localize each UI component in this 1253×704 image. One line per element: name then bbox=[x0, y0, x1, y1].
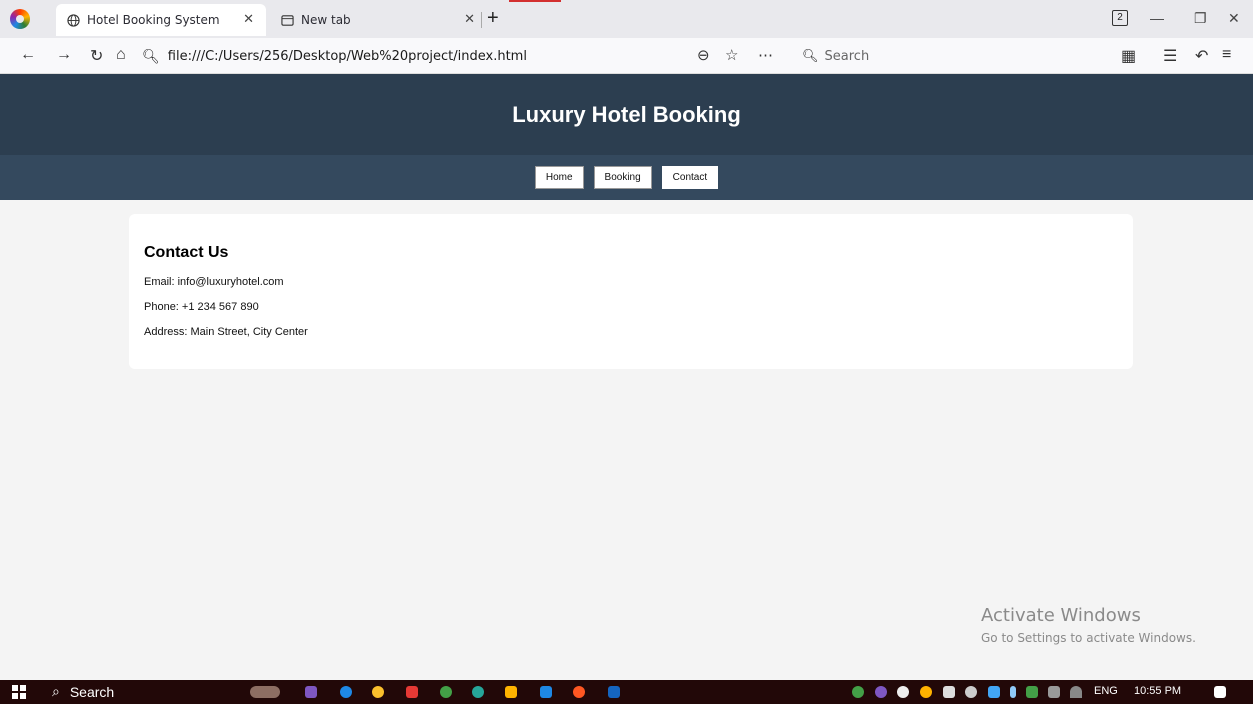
undo-icon[interactable]: ↶ bbox=[1195, 46, 1208, 66]
tab-new-tab[interactable]: New tab ✕ bbox=[272, 4, 487, 36]
loading-indicator bbox=[509, 0, 561, 2]
restore-window-icon[interactable]: ❐ bbox=[1194, 10, 1207, 27]
contact-address: Address: Main Street, City Center bbox=[144, 326, 308, 338]
wifi-icon[interactable] bbox=[1070, 686, 1082, 698]
search-icon: 🔍︎ bbox=[142, 47, 160, 64]
tab-divider bbox=[481, 12, 482, 28]
contact-heading: Contact Us bbox=[144, 244, 229, 261]
tray-app-icon[interactable] bbox=[875, 686, 887, 698]
globe-icon bbox=[66, 13, 80, 27]
watermark-subtitle: Go to Settings to activate Windows. bbox=[981, 631, 1196, 645]
tray-extension-icon[interactable] bbox=[920, 686, 932, 698]
microphone-icon[interactable] bbox=[1010, 686, 1016, 698]
activate-windows-watermark: Activate Windows Go to Settings to activ… bbox=[981, 605, 1196, 645]
chrome-icon[interactable] bbox=[372, 686, 384, 698]
taskbar-search[interactable]: ⌕ Search bbox=[52, 683, 114, 700]
new-tab-page-icon bbox=[280, 13, 294, 27]
windows-taskbar: ⌕ Search ENG 10:55 PM bbox=[0, 680, 1253, 704]
close-tab-icon[interactable]: ✕ bbox=[464, 12, 475, 27]
contact-email: Email: info@luxuryhotel.com bbox=[144, 276, 284, 288]
reload-icon[interactable]: ↻ bbox=[90, 46, 103, 66]
search-icon: 🔍︎ bbox=[802, 48, 819, 64]
search-icon: ⌕ bbox=[52, 683, 60, 699]
site-header: Luxury Hotel Booking bbox=[0, 74, 1253, 155]
site-title: Luxury Hotel Booking bbox=[512, 101, 741, 127]
youtube-icon[interactable] bbox=[406, 686, 418, 698]
browser-logo-icon[interactable] bbox=[10, 9, 30, 29]
vscode-icon[interactable] bbox=[540, 686, 552, 698]
nav-booking-button[interactable]: Booking bbox=[593, 166, 652, 189]
browser-search-input[interactable]: 🔍︎ Search bbox=[792, 42, 1112, 70]
forward-arrow-icon[interactable]: → bbox=[56, 46, 72, 64]
watermark-title: Activate Windows bbox=[981, 605, 1141, 626]
clock[interactable]: 10:55 PM bbox=[1134, 685, 1181, 697]
tab-hotel-booking[interactable]: Hotel Booking System ✕ bbox=[56, 4, 266, 36]
file-explorer-icon[interactable] bbox=[505, 686, 517, 698]
more-options-icon[interactable]: ⋯ bbox=[758, 46, 773, 64]
close-tab-icon[interactable]: ✕ bbox=[243, 12, 254, 27]
defender-icon[interactable] bbox=[1026, 686, 1038, 698]
zoom-icon[interactable]: ⊖ bbox=[697, 46, 710, 64]
search-placeholder: Search bbox=[824, 48, 870, 64]
battery-icon[interactable] bbox=[943, 686, 955, 698]
site-nav: Home Booking Contact bbox=[0, 155, 1253, 200]
home-icon[interactable]: ⌂ bbox=[116, 46, 126, 64]
nav-home-button[interactable]: Home bbox=[534, 166, 584, 189]
reading-list-icon[interactable]: ☰ bbox=[1163, 46, 1177, 66]
nav-contact-button[interactable]: Contact bbox=[661, 166, 719, 189]
language-indicator[interactable]: ENG bbox=[1094, 685, 1118, 697]
tray-whatsapp-icon[interactable] bbox=[852, 686, 864, 698]
minimize-icon[interactable]: — bbox=[1150, 10, 1164, 26]
bookmark-star-icon[interactable]: ☆ bbox=[725, 46, 738, 64]
tab-count-badge[interactable]: 2 bbox=[1112, 10, 1128, 26]
browser-toolbar: ← → ↻ ⌂ 🔍︎ file:///C:/Users/256/Desktop/… bbox=[0, 38, 1253, 74]
notification-icon[interactable] bbox=[1214, 686, 1226, 698]
browser-taskbar-icon[interactable] bbox=[573, 686, 585, 698]
edge-icon[interactable] bbox=[340, 686, 352, 698]
close-window-icon[interactable]: ✕ bbox=[1228, 10, 1240, 27]
tab-title: New tab bbox=[301, 13, 351, 27]
new-tab-plus-icon[interactable]: + bbox=[487, 7, 499, 30]
tab-title: Hotel Booking System bbox=[87, 13, 220, 27]
menu-icon[interactable]: ≡ bbox=[1222, 46, 1231, 64]
word-icon[interactable] bbox=[608, 686, 620, 698]
whatsapp-icon[interactable] bbox=[440, 686, 452, 698]
volume-icon[interactable] bbox=[965, 686, 977, 698]
back-arrow-icon[interactable]: ← bbox=[20, 46, 36, 64]
grid-apps-icon[interactable]: ▦ bbox=[1121, 46, 1136, 66]
copilot-icon[interactable] bbox=[305, 686, 317, 698]
windows-start-icon[interactable] bbox=[12, 685, 26, 699]
address-bar[interactable]: 🔍︎ file:///C:/Users/256/Desktop/Web%20pr… bbox=[142, 41, 787, 71]
tray-google-icon[interactable] bbox=[897, 686, 909, 698]
contact-card: Contact Us Email: info@luxuryhotel.com P… bbox=[129, 214, 1133, 369]
cartoon-widget-icon[interactable] bbox=[250, 686, 280, 698]
contact-phone: Phone: +1 234 567 890 bbox=[144, 301, 259, 313]
taskbar-search-label: Search bbox=[69, 683, 115, 700]
url-text[interactable]: file:///C:/Users/256/Desktop/Web%20proje… bbox=[168, 49, 527, 64]
tray-monitor-icon[interactable] bbox=[988, 686, 1000, 698]
tray-device-icon[interactable] bbox=[1048, 686, 1060, 698]
browser-tab-bar: Hotel Booking System ✕ New tab ✕ + 2 — ❐… bbox=[0, 0, 1253, 38]
chrome-alt-icon[interactable] bbox=[472, 686, 484, 698]
